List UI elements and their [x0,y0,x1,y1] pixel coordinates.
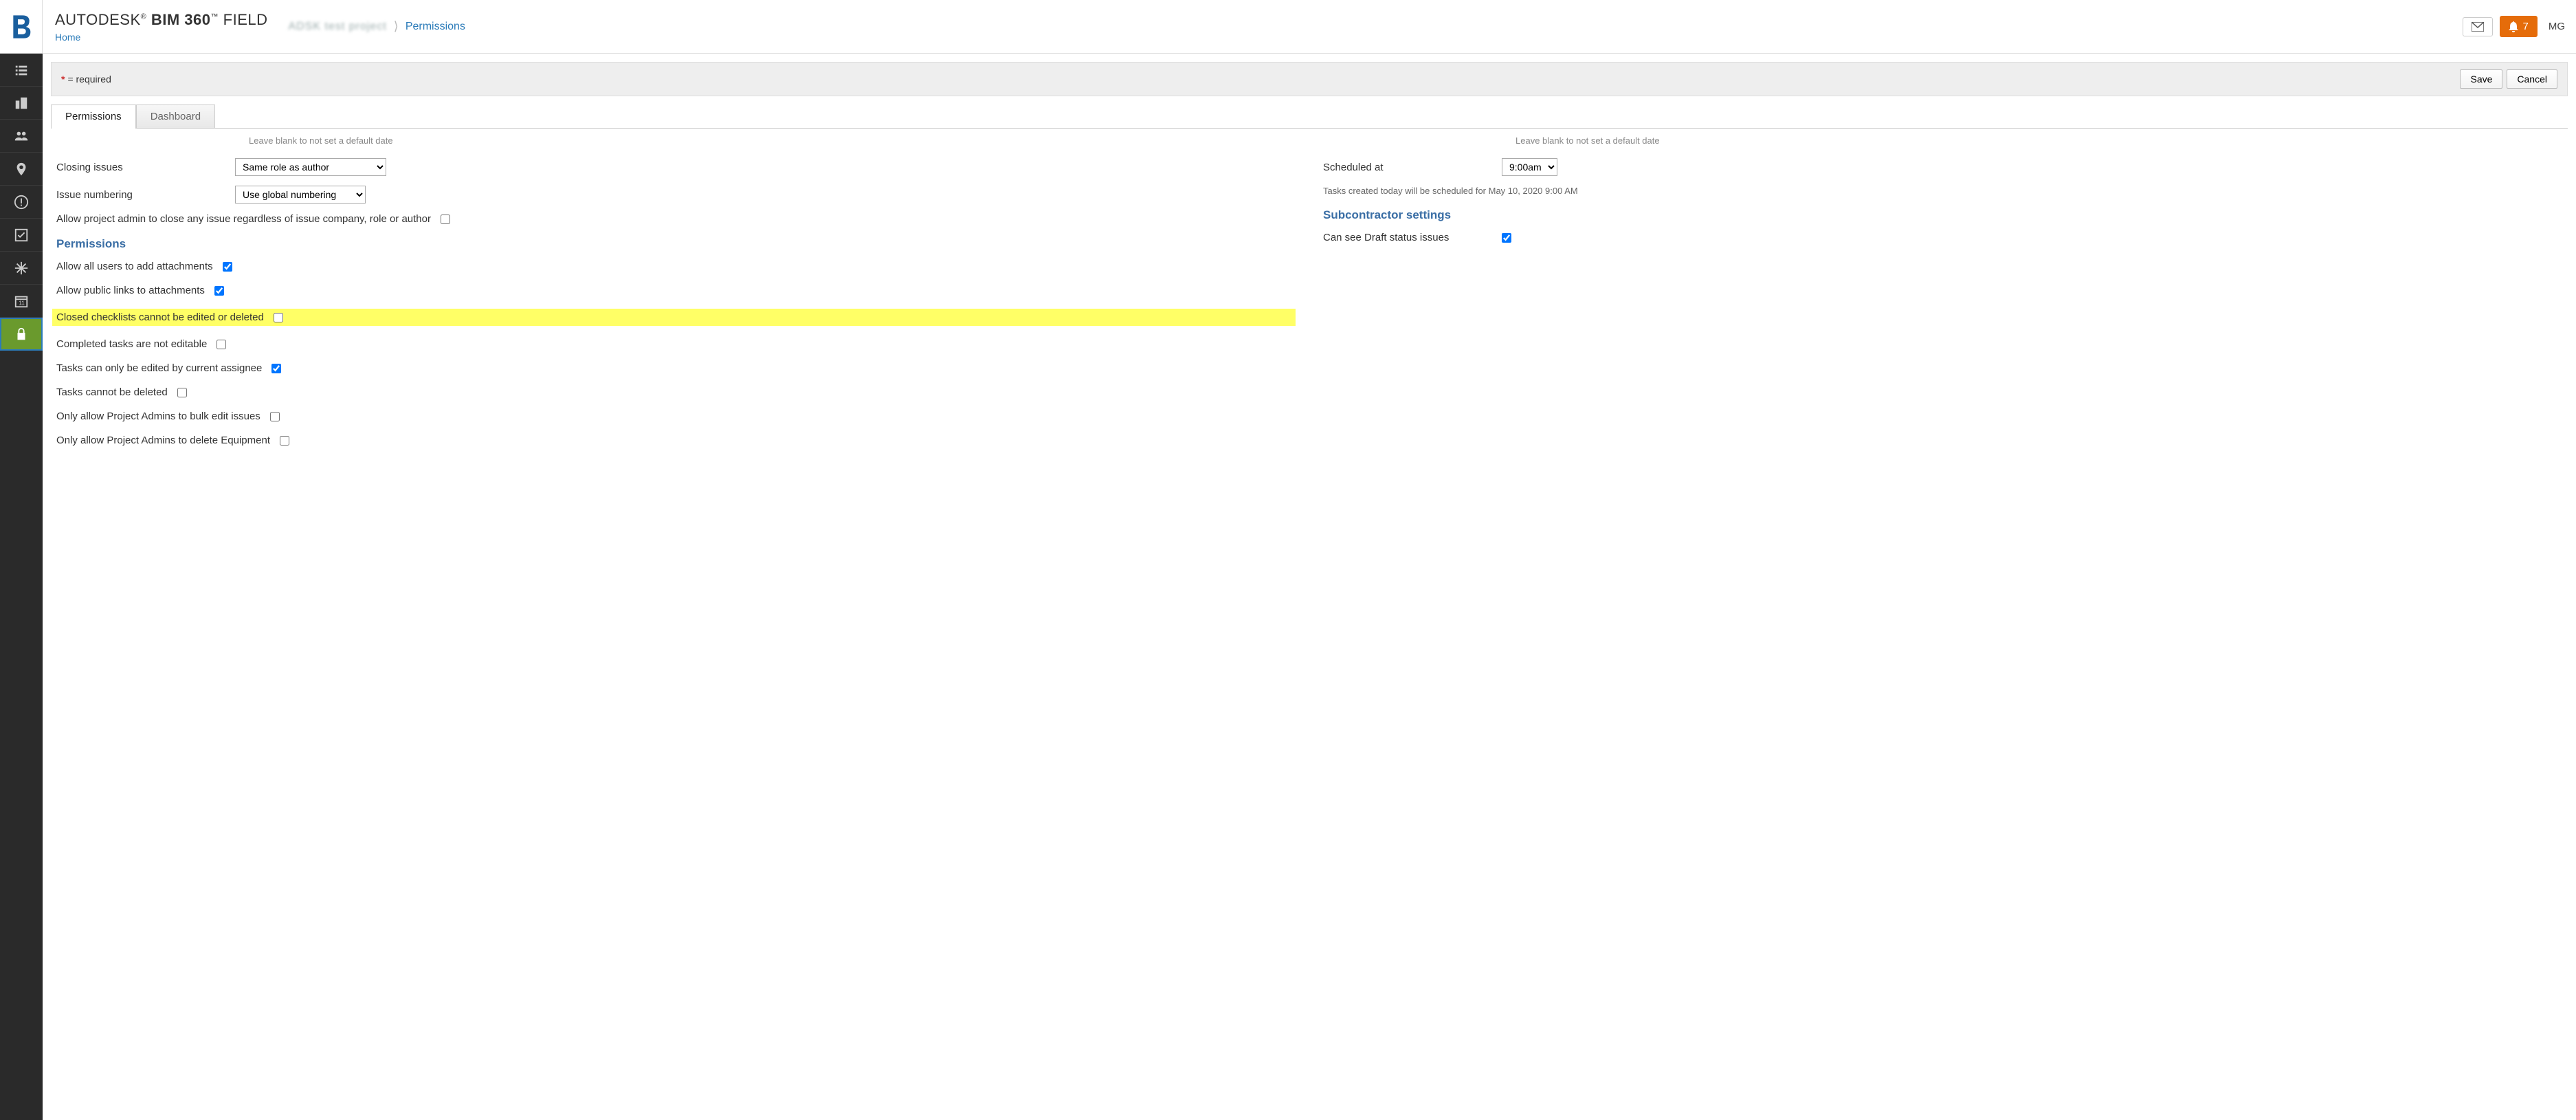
required-bar: * = required Save Cancel [51,62,2568,96]
logo-b [0,0,43,53]
breadcrumb-project[interactable]: ADSK test project [289,21,387,33]
list-icon [14,63,29,78]
section-subcontractor: Subcontractor settings [1323,208,2562,222]
notif-count: 7 [2522,21,2528,32]
row-perm-closed-checklists: Closed checklists cannot be edited or de… [52,309,1296,326]
header-right: 7 MG [2463,16,2569,37]
checkbox-perm-attachments[interactable] [223,262,232,272]
checkbox-allow-admin-close[interactable] [441,215,450,224]
mail-button[interactable] [2463,17,2493,36]
nav-issues[interactable] [0,186,43,219]
nav-calendar[interactable]: 11 [0,285,43,318]
hint-default-date-left: Leave blank to not set a default date [249,135,1296,146]
select-issue-numbering[interactable]: Use global numbering [235,186,366,204]
nav-location[interactable] [0,153,43,186]
label-perm-tasks-no-delete: Tasks cannot be deleted [56,386,168,398]
lock-icon [14,327,29,342]
label-perm-public-links: Allow public links to attachments [56,285,205,296]
row-closing-issues: Closing issues Same role as author [56,158,1296,176]
label-perm-attachments: Allow all users to add attachments [56,261,213,272]
b-logo-icon [10,13,33,41]
sidenav: 11 [0,54,43,1120]
brand-bim: BIM 360 [151,11,211,28]
label-closing-issues: Closing issues [56,162,235,173]
people-icon [14,129,29,144]
row-perm-tasks-no-delete: Tasks cannot be deleted [56,386,1296,398]
breadcrumb: ADSK test project ⟩ Permissions [289,19,465,34]
buildings-icon [14,96,29,111]
nav-people[interactable] [0,120,43,153]
required-star: * [61,74,65,85]
required-label: = required [67,74,111,85]
row-perm-delete-equipment: Only allow Project Admins to delete Equi… [56,435,1296,446]
label-perm-closed-checklists: Closed checklists cannot be edited or de… [56,311,264,323]
label-issue-numbering: Issue numbering [56,189,235,201]
breadcrumb-page[interactable]: Permissions [406,21,465,33]
row-perm-attachments: Allow all users to add attachments [56,261,1296,272]
brand-block: AUTODESK® BIM 360™ FIELD Home [43,11,268,43]
checkbox-perm-delete-equipment[interactable] [280,436,289,446]
section-permissions: Permissions [56,237,1296,251]
nav-list[interactable] [0,54,43,87]
brand-field: FIELD [223,11,268,28]
chevron-right-icon: ⟩ [394,19,399,34]
checkbox-perm-tasks-no-delete[interactable] [177,388,187,397]
row-allow-admin-close: Allow project admin to close any issue r… [56,213,1296,225]
row-perm-bulk-edit: Only allow Project Admins to bulk edit i… [56,410,1296,422]
cancel-button[interactable]: Cancel [2507,69,2557,89]
tab-permissions[interactable]: Permissions [51,105,136,128]
label-allow-admin-close: Allow project admin to close any issue r… [56,213,431,225]
snowflake-icon [14,261,29,276]
mail-icon [2472,22,2484,32]
hint-default-date-right: Leave blank to not set a default date [1515,135,2562,146]
label-sub-draft: Can see Draft status issues [1323,232,1502,243]
checkbox-sub-draft[interactable] [1502,233,1511,243]
content: * = required Save Cancel Permissions Das… [43,54,2576,1120]
label-scheduled-at: Scheduled at [1323,162,1502,173]
reg-mark: ® [141,12,147,21]
note-tasks-schedule: Tasks created today will be scheduled fo… [1323,186,2562,196]
label-perm-completed-tasks: Completed tasks are not editable [56,338,207,350]
row-scheduled-at: Scheduled at 9:00am [1323,158,2562,176]
save-button[interactable]: Save [2460,69,2502,89]
bell-icon [2509,21,2518,32]
nav-checklist[interactable] [0,219,43,252]
checkbox-perm-bulk-edit[interactable] [270,412,280,421]
select-scheduled-at[interactable]: 9:00am [1502,158,1557,176]
left-column: Leave blank to not set a default date Cl… [56,135,1323,459]
label-perm-delete-equipment: Only allow Project Admins to delete Equi… [56,435,270,446]
checkbox-perm-completed-tasks[interactable] [216,340,226,349]
user-badge[interactable]: MG [2544,17,2569,36]
row-perm-public-links: Allow public links to attachments [56,285,1296,296]
label-perm-bulk-edit: Only allow Project Admins to bulk edit i… [56,410,260,422]
nav-buildings[interactable] [0,87,43,120]
alert-circle-icon [14,195,29,210]
nav-admin[interactable] [0,318,43,351]
row-perm-completed-tasks: Completed tasks are not editable [56,338,1296,350]
location-icon [14,162,29,177]
select-closing-issues[interactable]: Same role as author [235,158,386,176]
notifications-button[interactable]: 7 [2500,16,2537,37]
checkbox-perm-tasks-assignee[interactable] [271,364,281,373]
nav-gear[interactable] [0,252,43,285]
row-sub-draft: Can see Draft status issues [1323,232,2562,243]
checkbox-perm-closed-checklists[interactable] [274,313,283,322]
form-area: Leave blank to not set a default date Cl… [43,129,2576,479]
checkbox-perm-public-links[interactable] [214,286,224,296]
svg-text:11: 11 [19,300,25,306]
header: AUTODESK® BIM 360™ FIELD Home ADSK test … [0,0,2576,54]
tabs: Permissions Dashboard [51,105,2568,128]
brand-title: AUTODESK® BIM 360™ FIELD [55,11,268,29]
home-link[interactable]: Home [55,32,268,43]
right-column: Leave blank to not set a default date Sc… [1323,135,2562,459]
tm-mark: ™ [211,12,219,21]
calendar-icon: 11 [14,294,29,309]
check-icon [14,228,29,243]
label-perm-tasks-assignee: Tasks can only be edited by current assi… [56,362,262,374]
row-perm-tasks-assignee: Tasks can only be edited by current assi… [56,362,1296,374]
row-issue-numbering: Issue numbering Use global numbering [56,186,1296,204]
brand-autodesk: AUTODESK [55,11,141,28]
tab-dashboard[interactable]: Dashboard [136,105,215,128]
